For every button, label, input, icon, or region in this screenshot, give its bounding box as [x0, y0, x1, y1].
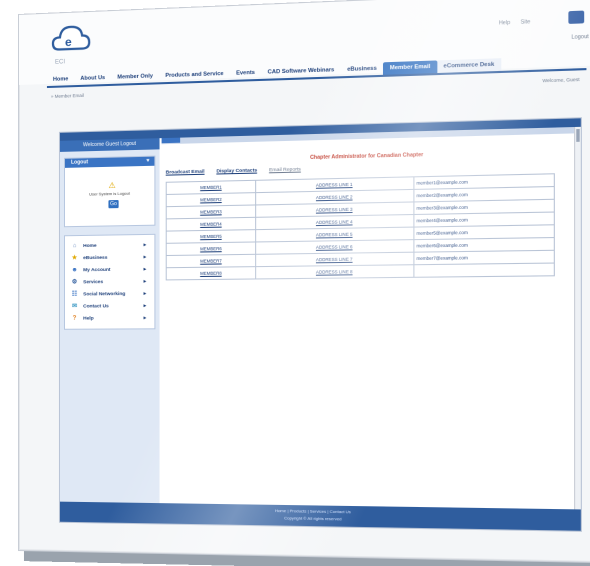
nav-item-member-email[interactable]: Member Email — [383, 60, 437, 75]
star-icon: ★ — [71, 254, 78, 261]
welcome-text: Welcome, Guest — [542, 76, 580, 84]
sidebar-item-contact-us[interactable]: ✉ Contact Us ▸ — [65, 300, 154, 313]
nav-item-cad-software-webinars[interactable]: CAD Software Webinars — [261, 64, 340, 79]
content-box: Welcome Guest Logout Logout ▾ ⚠ User Sys… — [58, 117, 582, 532]
nav-item-ecommerce-desk[interactable]: eCommerce Desk — [436, 58, 501, 74]
tab-display-contacts[interactable]: Display Contacts — [216, 168, 257, 174]
chevron-right-icon: ▸ — [143, 242, 147, 249]
user-icon: ☻ — [71, 266, 78, 273]
home-icon: ⌂ — [72, 242, 77, 249]
chevron-right-icon: ▸ — [143, 290, 147, 297]
login-panel: Logout ▾ ⚠ User System is Logout Go — [63, 155, 156, 228]
top-links: Help Site — [490, 19, 531, 27]
sidebar-item-social-networking[interactable]: ☷ Social Networking ▸ — [65, 288, 154, 301]
warning-icon: ⚠ — [108, 180, 116, 191]
contact-icon: ✉ — [72, 303, 78, 310]
go-button[interactable]: Go — [108, 199, 119, 209]
scrollbar-thumb[interactable] — [576, 129, 580, 142]
gear-icon: ⚙ — [71, 278, 78, 285]
nav-item-ebusiness[interactable]: eBusiness — [341, 62, 384, 76]
chevron-right-icon: ▸ — [143, 278, 147, 285]
sidebar-item-label: Services — [83, 279, 104, 285]
sidebar-item-label: Home — [83, 243, 97, 249]
nav-item-home[interactable]: Home — [47, 73, 74, 86]
breadcrumb[interactable]: » Member Email — [51, 93, 84, 99]
left-sidebar: Welcome Guest Logout Logout ▾ ⚠ User Sys… — [59, 138, 160, 506]
people-icon: ☷ — [71, 290, 78, 298]
sidebar-item-my-account[interactable]: ☻ My Account ▸ — [65, 263, 154, 276]
help-icon: ? — [72, 315, 77, 322]
sidebar-item-label: Social Networking — [83, 291, 126, 297]
sidebar-menu: ⌂ Home ▸ ★ eBusiness ▸ ☻ My Account ▸ ⚙ Services ▸ ☷… — [63, 233, 156, 330]
login-panel-body: ⚠ User System is Logout Go — [65, 166, 154, 226]
cloud-logo-icon[interactable]: e — [49, 18, 93, 64]
main-header-tab[interactable] — [161, 137, 181, 144]
sidebar-item-ebusiness[interactable]: ★ eBusiness ▸ — [65, 251, 154, 264]
tab-broadcast-email[interactable]: Broadcast Email — [166, 170, 205, 176]
nav-item-about-us[interactable]: About Us — [74, 72, 111, 85]
sidebar-title[interactable]: Welcome Guest Logout — [59, 138, 160, 152]
member-name-cell[interactable]: MEMBER7 — [166, 254, 257, 268]
sidebar-item-label: Contact Us — [83, 303, 109, 310]
chevron-right-icon: ▸ — [143, 266, 147, 273]
login-panel-title: Logout — [71, 159, 89, 166]
chevron-right-icon: ▸ — [143, 254, 147, 261]
chevron-down-icon[interactable]: ▾ — [147, 157, 150, 166]
member-name-cell[interactable]: MEMBER8 — [166, 266, 257, 280]
sidebar-item-services[interactable]: ⚙ Services ▸ — [65, 275, 154, 288]
sidebar-item-label: Help — [83, 316, 94, 322]
monitor-screen: e ECI Help Site Logout Home About Us Membe… — [18, 0, 590, 564]
nav-item-member-only[interactable]: Member Only — [111, 70, 159, 84]
nav-item-products-and-service[interactable]: Products and Service — [159, 68, 230, 83]
members-table: MEMBER1 ADDRESS LINE 1 member1@example.com… — [166, 173, 555, 280]
login-warning: User System is Logout — [89, 190, 130, 197]
sidebar-item-label: My Account — [83, 267, 111, 273]
main-panel: Chapter Administrator for Canadian Chapt… — [161, 126, 581, 512]
svg-text:e: e — [65, 35, 72, 49]
scrollbar[interactable] — [574, 126, 581, 512]
account-icon[interactable] — [568, 10, 585, 24]
logout-link[interactable]: Logout — [571, 34, 588, 41]
member-email-cell — [413, 263, 555, 278]
member-address-cell[interactable]: ADDRESS LINE 8 — [256, 264, 414, 279]
tab-email-reports[interactable]: Email Reports — [269, 167, 301, 173]
nav-item-events[interactable]: Events — [230, 67, 261, 80]
sidebar-item-label: eBusiness — [83, 255, 108, 261]
logo-text: ECI — [54, 59, 66, 66]
sidebar-item-help[interactable]: ? Help ▸ — [65, 312, 154, 325]
help-link[interactable]: Help — [499, 20, 510, 27]
site-link[interactable]: Site — [521, 19, 531, 26]
chevron-right-icon: ▸ — [143, 315, 147, 322]
chevron-right-icon: ▸ — [143, 302, 147, 310]
